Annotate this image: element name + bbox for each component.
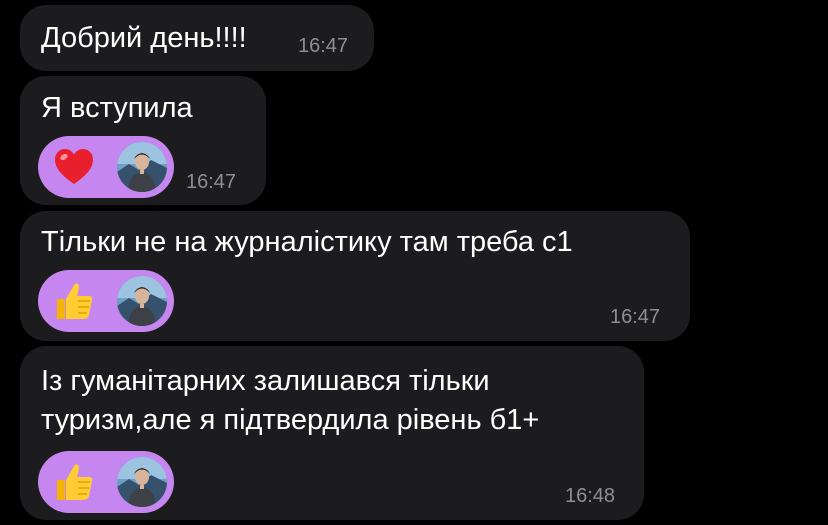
message-timestamp: 16:47 [610, 306, 661, 328]
chat-thread: Добрий день!!!! 16:47 Я вступила 16:47 Т… [0, 0, 828, 525]
avatar[interactable] [117, 142, 167, 192]
message-bubble[interactable]: Із гуманітарних залишався тільки туризм,… [20, 346, 644, 520]
thumbs-up-icon [52, 279, 96, 323]
message-text: Добрий день!!!! [41, 22, 247, 54]
message-bubble[interactable]: Добрий день!!!! 16:47 [20, 5, 374, 71]
message-text: Тільки не на журналістику там треба с1 [41, 226, 573, 258]
message-timestamp: 16:48 [565, 485, 616, 507]
message-bubble[interactable]: Тільки не на журналістику там треба с1 1… [20, 211, 690, 341]
reaction-pill[interactable] [38, 136, 174, 198]
message-text: Я вступила [41, 92, 193, 124]
reaction-pill[interactable] [38, 451, 174, 513]
avatar[interactable] [117, 457, 167, 507]
reaction-pill[interactable] [38, 270, 174, 332]
message-timestamp: 16:47 [298, 35, 349, 57]
thumbs-up-icon [52, 460, 96, 504]
message-bubble[interactable]: Я вступила 16:47 [20, 76, 266, 205]
message-text-line: туризм,але я підтвердила рівень б1+ [41, 404, 540, 436]
avatar[interactable] [117, 276, 167, 326]
message-text-line: Із гуманітарних залишався тільки [41, 365, 490, 397]
message-timestamp: 16:47 [186, 171, 237, 193]
heart-icon [52, 145, 96, 189]
